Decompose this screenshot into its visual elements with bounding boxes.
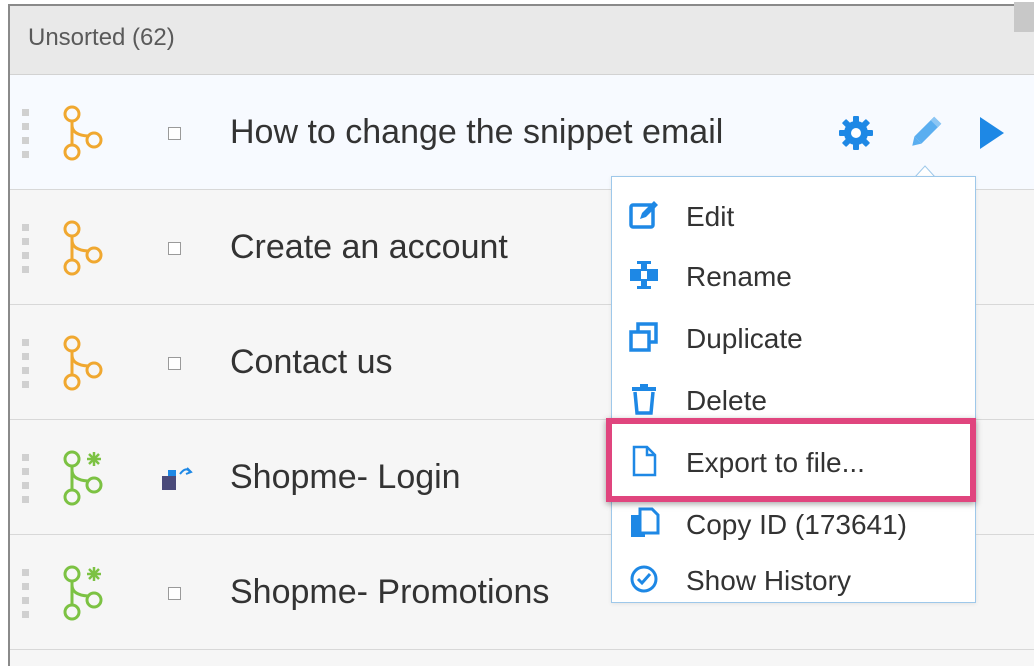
trash-icon: [632, 384, 656, 415]
row-checkbox[interactable]: [168, 357, 181, 370]
menu-item-edit[interactable]: Edit: [612, 187, 975, 243]
flow-green-icon: [63, 450, 103, 506]
pencil-icon[interactable]: [904, 113, 946, 153]
edit-icon: [629, 201, 658, 229]
menu-item-label: Delete: [686, 385, 767, 416]
menu-item-label: Edit: [686, 201, 735, 232]
menu-item-label: Rename: [686, 261, 792, 292]
menu-item-rename[interactable]: Rename: [612, 247, 975, 303]
row-title[interactable]: Shopme- Promotions: [230, 573, 549, 612]
menu-item-export[interactable]: Export to file...: [612, 433, 975, 489]
menu-item-delete[interactable]: Delete: [612, 371, 975, 427]
menu-item-label: Export to file...: [686, 447, 865, 478]
menu-item-label: Copy ID (173641): [686, 509, 908, 540]
flow-green-icon: [63, 565, 103, 621]
duplicate-icon: [629, 322, 658, 352]
drag-handle-icon[interactable]: [22, 569, 30, 618]
clock-icon: [630, 565, 658, 593]
row-title[interactable]: Shopme- Login: [230, 458, 461, 497]
row-title[interactable]: How to change the snippet email: [230, 113, 723, 152]
copy-icon: [631, 507, 660, 537]
menu-item-copy-id[interactable]: Copy ID (173641): [612, 495, 975, 551]
row-checkbox[interactable]: [168, 587, 181, 600]
row-checkbox[interactable]: [168, 127, 181, 140]
row-title[interactable]: Create an account: [230, 228, 508, 267]
menu-item-duplicate[interactable]: Duplicate: [612, 309, 975, 365]
menu-item-show-history[interactable]: Show History: [612, 551, 975, 607]
gear-icon[interactable]: [836, 113, 876, 153]
menu-item-label: Show History: [686, 565, 851, 596]
group-header[interactable]: Unsorted (62): [10, 6, 1034, 75]
flow-orange-icon: [63, 105, 103, 161]
menu-item-label: Duplicate: [686, 323, 803, 354]
rename-icon: [630, 261, 658, 289]
drag-handle-icon[interactable]: [22, 339, 30, 388]
linked-module-icon: [162, 467, 193, 490]
play-icon[interactable]: [976, 113, 1006, 153]
drag-handle-icon[interactable]: [22, 224, 30, 273]
flow-orange-icon: [63, 220, 103, 276]
drag-handle-icon[interactable]: [22, 109, 30, 158]
flow-orange-icon: [63, 335, 103, 391]
row-actions: [836, 111, 1026, 155]
context-menu: Edit Rename Duplicate Delete Export to f…: [611, 176, 976, 603]
row-checkbox[interactable]: [168, 242, 181, 255]
row-title[interactable]: Contact us: [230, 343, 393, 382]
file-icon: [632, 445, 657, 477]
list-item[interactable]: How to change the snippet email: [10, 75, 1034, 190]
group-title: Unsorted (62): [28, 24, 175, 51]
panel-corner-tab: [1014, 2, 1034, 32]
drag-handle-icon[interactable]: [22, 454, 30, 503]
